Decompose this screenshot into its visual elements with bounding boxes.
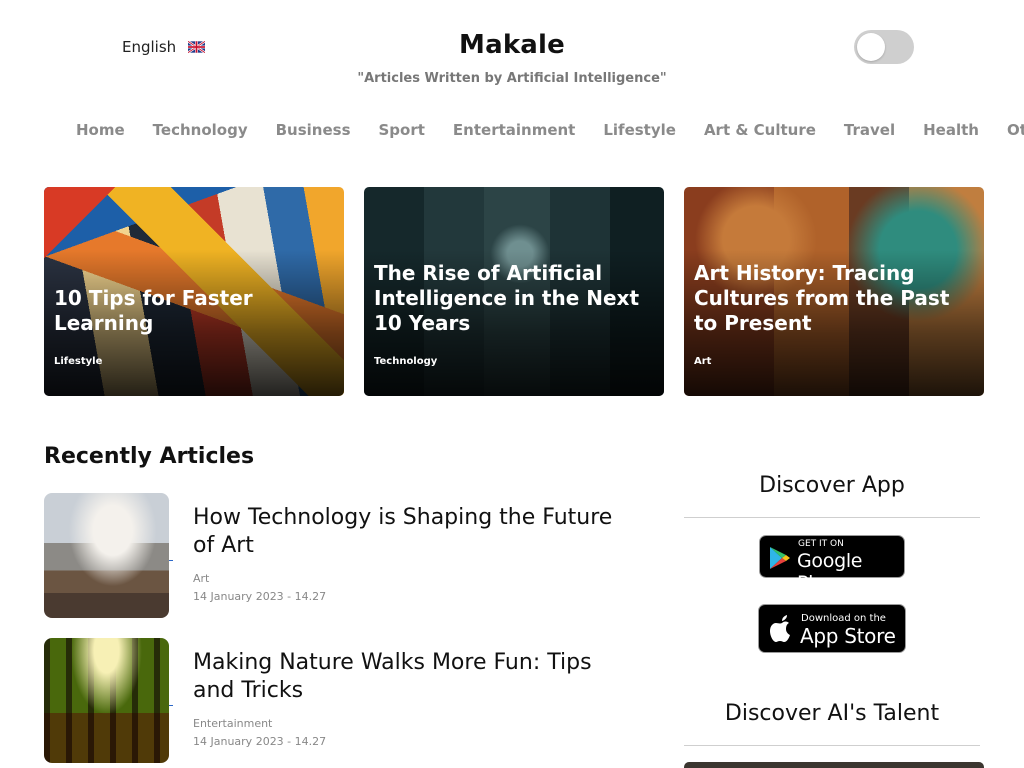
recent-articles-heading: Recently Articles (44, 444, 255, 469)
nav-item-other[interactable]: Other (1007, 121, 1024, 139)
nav-item-home[interactable]: Home (76, 121, 125, 139)
app-store-label: App Store (800, 624, 896, 648)
featured-category: Technology (374, 356, 438, 367)
article-item[interactable]: How Technology is Shaping the Future of … (44, 493, 612, 618)
nav-item-technology[interactable]: Technology (153, 121, 248, 139)
theme-toggle[interactable] (854, 30, 914, 64)
site-title: Makale (459, 30, 565, 60)
featured-card[interactable]: The Rise of Artificial Intelligence in t… (364, 187, 664, 396)
divider (684, 745, 980, 746)
discover-app-heading: Discover App (759, 473, 905, 498)
main-nav: Home Technology Business Sport Entertain… (76, 121, 1024, 139)
discover-talent-heading: Discover AI's Talent (724, 701, 940, 726)
featured-card[interactable]: Art History: Tracing Cultures from the P… (684, 187, 984, 396)
toggle-knob (857, 33, 885, 61)
nav-item-sport[interactable]: Sport (379, 121, 425, 139)
google-play-label: Google Play (797, 550, 863, 594)
nav-item-health[interactable]: Health (923, 121, 979, 139)
divider (684, 517, 980, 518)
google-play-small-text: GET IT ON (798, 539, 844, 549)
nav-item-business[interactable]: Business (276, 121, 351, 139)
featured-category: Art (694, 356, 712, 367)
nav-item-art-culture[interactable]: Art & Culture (704, 121, 816, 139)
nav-item-entertainment[interactable]: Entertainment (453, 121, 575, 139)
featured-title: Art History: Tracing Cultures from the P… (694, 261, 950, 335)
nav-item-travel[interactable]: Travel (844, 121, 895, 139)
google-play-button[interactable]: GET IT ON Google Play (759, 535, 905, 594)
article-category: Art (193, 572, 210, 585)
article-item[interactable]: Making Nature Walks More Fun: Tips and T… (44, 638, 604, 763)
app-store-small-text: Download on the (801, 613, 886, 624)
site-tagline: "Articles Written by Artificial Intellig… (357, 71, 667, 86)
featured-category: Lifestyle (54, 356, 103, 367)
article-date: 14 January 2023 - 14.27 (193, 590, 327, 603)
talent-image[interactable] (684, 762, 984, 768)
article-title[interactable]: Making Nature Walks More Fun: Tips and T… (193, 649, 613, 705)
app-store-button[interactable]: Download on the App Store (758, 604, 906, 653)
article-category: Entertainment (193, 717, 273, 730)
google-play-icon (770, 547, 790, 569)
featured-card[interactable]: 10 Tips for Faster Learning Lifestyle (44, 187, 344, 396)
nav-item-lifestyle[interactable]: Lifestyle (603, 121, 676, 139)
apple-icon (770, 615, 790, 642)
article-thumbnail[interactable] (44, 493, 169, 618)
featured-title: The Rise of Artificial Intelligence in t… (374, 261, 640, 335)
featured-title: 10 Tips for Faster Learning (54, 286, 253, 335)
article-title[interactable]: How Technology is Shaping the Future of … (193, 504, 613, 560)
article-thumbnail[interactable] (44, 638, 169, 763)
article-date: 14 January 2023 - 14.27 (193, 735, 327, 748)
